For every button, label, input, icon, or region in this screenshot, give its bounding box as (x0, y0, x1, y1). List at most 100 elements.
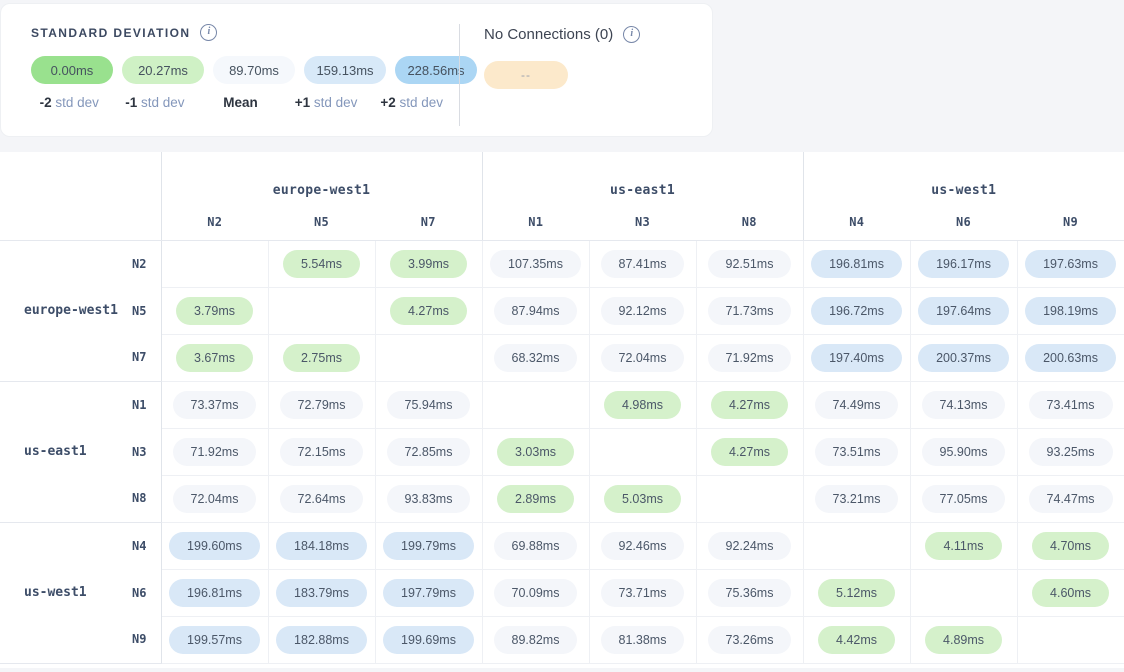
latency-chip: 73.37ms (173, 391, 257, 419)
latency-cell[interactable]: 4.27ms (375, 287, 482, 334)
latency-cell[interactable]: 75.36ms (696, 569, 803, 616)
latency-cell[interactable]: 182.88ms (268, 616, 375, 663)
latency-cell[interactable]: 68.32ms (482, 334, 589, 381)
latency-chip: 77.05ms (922, 485, 1006, 513)
latency-cell[interactable]: 4.27ms (696, 428, 803, 475)
latency-cell[interactable]: 71.73ms (696, 287, 803, 334)
latency-cell[interactable]: 199.57ms (161, 616, 268, 663)
latency-cell[interactable]: 198.19ms (1017, 287, 1124, 334)
latency-cell[interactable]: 4.42ms (803, 616, 910, 663)
latency-cell[interactable]: 73.21ms (803, 475, 910, 522)
latency-cell[interactable]: 93.83ms (375, 475, 482, 522)
latency-cell[interactable]: 71.92ms (161, 428, 268, 475)
latency-cell[interactable]: 3.67ms (161, 334, 268, 381)
latency-chip: 70.09ms (494, 579, 578, 607)
latency-cell[interactable]: 75.94ms (375, 381, 482, 428)
latency-cell[interactable]: 72.04ms (161, 475, 268, 522)
latency-cell[interactable]: 4.89ms (910, 616, 1017, 663)
table-row: N872.04ms72.64ms93.83ms2.89ms5.03ms73.21… (0, 475, 1124, 522)
latency-cell[interactable]: 184.18ms (268, 522, 375, 569)
latency-cell[interactable]: 77.05ms (910, 475, 1017, 522)
latency-cell[interactable]: 3.79ms (161, 287, 268, 334)
legend-label-row: -2 std dev-1 std devMean+1 std dev+2 std… (31, 95, 459, 110)
latency-cell[interactable]: 73.51ms (803, 428, 910, 475)
latency-cell[interactable]: 5.12ms (803, 569, 910, 616)
latency-cell[interactable]: 107.35ms (482, 240, 589, 287)
latency-cell[interactable]: 199.69ms (375, 616, 482, 663)
latency-cell[interactable]: 196.72ms (803, 287, 910, 334)
col-group-region: us-east1 (482, 152, 803, 204)
latency-chip: 5.12ms (818, 579, 895, 607)
latency-cell[interactable]: 81.38ms (589, 616, 696, 663)
latency-cell[interactable]: 196.81ms (803, 240, 910, 287)
latency-cell[interactable]: 71.92ms (696, 334, 803, 381)
row-node-header: N6 (118, 569, 161, 616)
latency-cell[interactable]: 73.41ms (1017, 381, 1124, 428)
latency-cell[interactable]: 95.90ms (910, 428, 1017, 475)
latency-cell[interactable]: 4.27ms (696, 381, 803, 428)
latency-cell-empty (910, 569, 1017, 616)
latency-cell[interactable]: 2.89ms (482, 475, 589, 522)
latency-cell[interactable]: 92.46ms (589, 522, 696, 569)
info-icon[interactable]: i (200, 24, 217, 41)
latency-cell[interactable]: 74.49ms (803, 381, 910, 428)
latency-cell[interactable]: 3.99ms (375, 240, 482, 287)
latency-cell[interactable]: 92.51ms (696, 240, 803, 287)
latency-cell[interactable]: 199.60ms (161, 522, 268, 569)
col-node-header: N4 (803, 204, 910, 240)
latency-chip: 197.40ms (811, 344, 902, 372)
latency-chip: 73.71ms (601, 579, 685, 607)
latency-cell[interactable]: 87.94ms (482, 287, 589, 334)
latency-cell[interactable]: 5.03ms (589, 475, 696, 522)
latency-chip: 4.27ms (390, 297, 467, 325)
latency-cell-empty (268, 287, 375, 334)
latency-cell[interactable]: 200.37ms (910, 334, 1017, 381)
info-icon[interactable]: i (623, 26, 640, 43)
latency-cell[interactable]: 4.98ms (589, 381, 696, 428)
latency-chip: 4.42ms (818, 626, 895, 654)
latency-cell[interactable]: 74.47ms (1017, 475, 1124, 522)
latency-cell[interactable]: 196.17ms (910, 240, 1017, 287)
row-node-header: N9 (118, 616, 161, 663)
latency-cell[interactable]: 4.70ms (1017, 522, 1124, 569)
latency-chip: 73.41ms (1029, 391, 1113, 419)
latency-cell[interactable]: 2.75ms (268, 334, 375, 381)
latency-cell[interactable]: 73.71ms (589, 569, 696, 616)
latency-cell[interactable]: 92.12ms (589, 287, 696, 334)
latency-cell[interactable]: 72.64ms (268, 475, 375, 522)
matrix-corner-cell (0, 152, 161, 240)
latency-cell[interactable]: 197.79ms (375, 569, 482, 616)
latency-cell[interactable]: 89.82ms (482, 616, 589, 663)
latency-cell[interactable]: 4.11ms (910, 522, 1017, 569)
row-group-region: us-east1 (0, 381, 118, 522)
no-connections-chip: -- (484, 61, 568, 89)
latency-cell[interactable]: 197.64ms (910, 287, 1017, 334)
latency-cell[interactable]: 70.09ms (482, 569, 589, 616)
latency-cell[interactable]: 197.63ms (1017, 240, 1124, 287)
latency-cell[interactable]: 73.37ms (161, 381, 268, 428)
latency-cell[interactable]: 69.88ms (482, 522, 589, 569)
latency-cell[interactable]: 72.15ms (268, 428, 375, 475)
latency-cell[interactable]: 93.25ms (1017, 428, 1124, 475)
row-node-header: N3 (118, 428, 161, 475)
row-node-header: N1 (118, 381, 161, 428)
latency-cell[interactable]: 73.26ms (696, 616, 803, 663)
latency-cell[interactable]: 197.40ms (803, 334, 910, 381)
latency-cell[interactable]: 72.04ms (589, 334, 696, 381)
latency-cell[interactable]: 72.79ms (268, 381, 375, 428)
latency-cell[interactable]: 87.41ms (589, 240, 696, 287)
latency-cell[interactable]: 72.85ms (375, 428, 482, 475)
latency-cell[interactable]: 196.81ms (161, 569, 268, 616)
latency-chip: 2.89ms (497, 485, 574, 513)
latency-cell[interactable]: 74.13ms (910, 381, 1017, 428)
latency-cell[interactable]: 199.79ms (375, 522, 482, 569)
latency-chip: 200.37ms (918, 344, 1009, 372)
latency-chip: 3.79ms (176, 297, 253, 325)
latency-cell[interactable]: 183.79ms (268, 569, 375, 616)
latency-cell[interactable]: 5.54ms (268, 240, 375, 287)
latency-cell[interactable]: 4.60ms (1017, 569, 1124, 616)
col-node-header: N9 (1017, 204, 1124, 240)
latency-cell[interactable]: 200.63ms (1017, 334, 1124, 381)
latency-cell[interactable]: 92.24ms (696, 522, 803, 569)
latency-cell[interactable]: 3.03ms (482, 428, 589, 475)
